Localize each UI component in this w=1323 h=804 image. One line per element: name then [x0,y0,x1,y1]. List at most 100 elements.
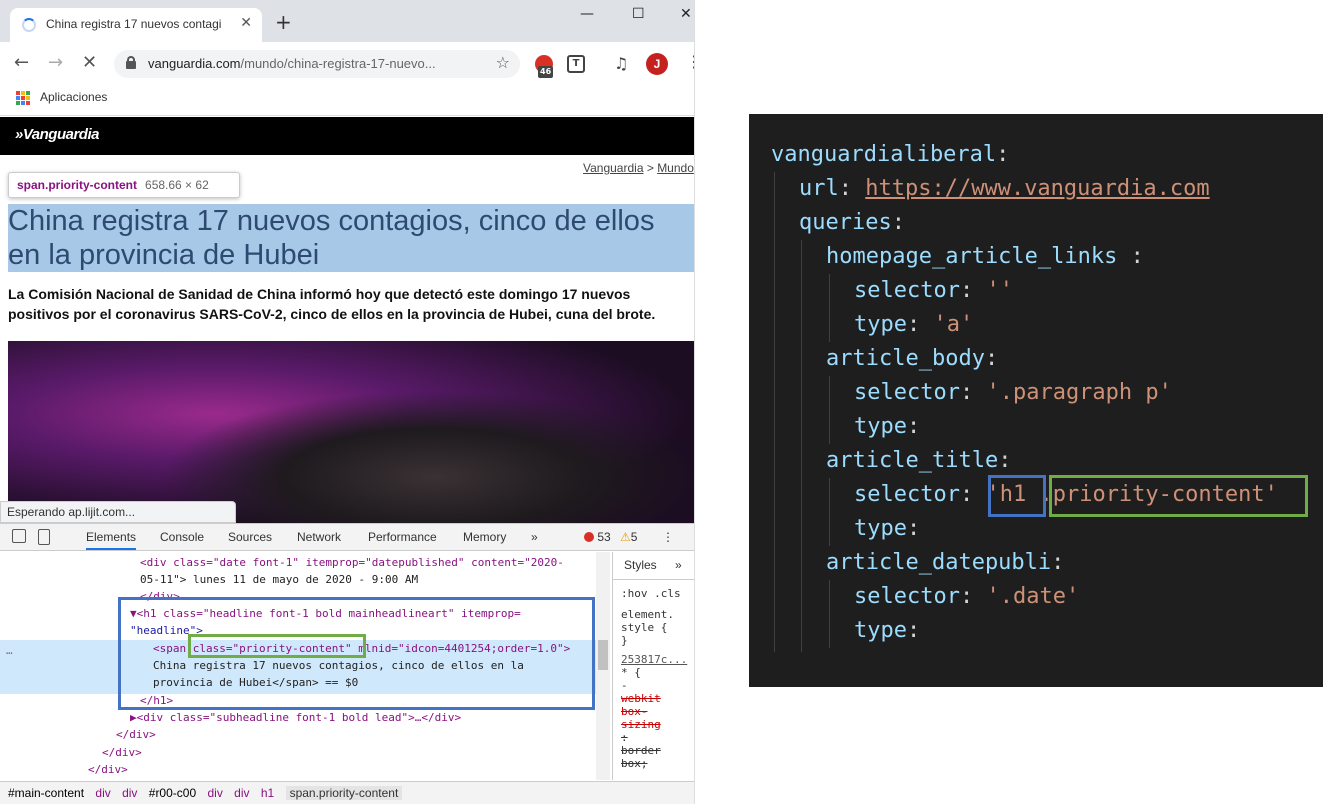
dom-crumb-selected[interactable]: span.priority-content [285,786,403,800]
url-text[interactable]: vanguardia.com/mundo/china-registra-17-n… [148,56,488,71]
stop-loading-icon[interactable]: ✕ [82,52,97,73]
yaml-key-root: vanguardialiberal [771,142,997,167]
devtools-tab-performance[interactable]: Performance [368,530,437,544]
yaml-colon: : [959,278,974,303]
code-line[interactable]: </div> [102,744,142,761]
yaml-colon: : [1117,244,1144,269]
new-tab-button[interactable]: + [275,12,292,32]
bookmark-star-icon[interactable]: ☆ [496,53,510,72]
yaml-line: url: https://www.vanguardia.com [799,174,1210,204]
browser-tab[interactable]: China registra 17 nuevos contagi ✕ [10,8,262,42]
yaml-key-url: url [799,176,839,201]
yaml-key-type: type [854,618,907,643]
devtools-tab-memory[interactable]: Memory [463,530,506,544]
annotation-green-box-yaml [1049,475,1308,517]
window-maximize-button[interactable]: ☐ [632,6,645,22]
yaml-selector-value: '.paragraph p' [986,380,1172,405]
yaml-key-queries: queries [799,210,892,235]
device-toolbar-icon[interactable] [38,529,50,545]
yaml-line: article_body: [826,344,998,374]
browser-menu-icon[interactable]: ⋮ [686,52,694,71]
window-close-button[interactable]: ✕ [680,6,692,22]
lock-icon [126,56,136,69]
warning-icon: ⚠ [620,530,631,544]
breadcrumb-section-link[interactable]: Mundo [657,161,694,175]
scrollbar-thumb[interactable] [598,640,608,670]
node-ellipsis-icon[interactable]: … [6,642,13,659]
styles-more-tabs[interactable]: » [675,558,682,572]
styles-tab[interactable]: Styles [624,558,657,572]
yaml-colon: : [906,516,921,541]
apps-grid-icon[interactable] [16,91,30,105]
yaml-url-value[interactable]: https://www.vanguardia.com [865,176,1209,201]
error-icon [584,532,594,542]
yaml-line: selector: '' [854,276,1013,306]
extension-box-icon[interactable]: T [567,55,585,73]
browser-window: China registra 17 nuevos contagi ✕ + — ☐… [0,0,695,804]
yaml-colon: : [906,414,921,439]
yaml-selector-value: '.date' [986,584,1080,609]
yaml-colon: : [959,482,974,507]
inspect-element-icon[interactable] [12,529,26,543]
devtools-tab-network[interactable]: Network [297,530,341,544]
breadcrumb-separator: > [643,161,658,175]
devtools-tab-console[interactable]: Console [160,530,204,544]
indent-guide [829,580,830,648]
forward-arrow-icon[interactable]: → [48,52,63,73]
dom-crumb[interactable]: h1 [261,786,274,800]
dom-crumb[interactable]: #r00-c00 [149,786,196,800]
devtools-more-tabs[interactable]: » [531,530,538,544]
yaml-line: type: [854,412,920,442]
styles-source-link[interactable]: 253817c... [621,653,687,666]
media-control-icon[interactable]: ♫ [614,54,628,73]
headline-line-2: en la provincia de Hubei [8,239,320,271]
styles-prop: border [621,744,661,757]
site-logo[interactable]: »Vanguardia [15,126,99,143]
dom-crumb[interactable]: div [122,786,137,800]
styles-rule: * { [621,666,641,679]
breadcrumb-home-link[interactable]: Vanguardia [583,161,644,175]
styles-filter[interactable]: :hov .cls [621,587,687,600]
status-bar: Esperando ap.lijit.com... [0,501,236,523]
devtools-menu-icon[interactable]: ⋮ [662,530,674,544]
article-headline: China registra 17 nuevos contagios, cinc… [8,204,694,272]
dom-crumb[interactable]: #main-content [8,786,84,800]
tab-close-icon[interactable]: ✕ [240,15,252,31]
loading-spinner-icon [22,18,36,32]
devtools-tab-elements[interactable]: Elements [86,530,137,550]
yaml-colon: : [984,346,999,371]
yaml-key-type: type [854,516,907,541]
error-count-value: 53 [597,530,611,544]
code-line[interactable]: </div> [116,726,156,743]
code-line[interactable]: 05-11"> lunes 11 de mayo de 2020 - 9:00 … [140,571,418,588]
page-breadcrumb: Vanguardia > Mundo [583,161,694,175]
styles-prop: webkit [621,692,661,705]
yaml-colon: : [906,618,921,643]
code-line[interactable]: ▶<div class="subheadline font-1 bold lea… [130,709,461,726]
styles-rule: element. [621,608,674,621]
yaml-key-selector: selector [854,278,960,303]
code-line[interactable]: </div> [88,761,128,778]
yaml-section-name: article_body [826,346,985,371]
window-minimize-button[interactable]: — [580,6,594,22]
url-host: vanguardia.com [148,56,241,71]
dom-crumb[interactable]: div [234,786,249,800]
code-line[interactable]: <div class="date font-1" itemprop="datep… [140,554,564,571]
elements-scrollbar[interactable] [596,552,610,780]
yaml-key-type: type [854,414,907,439]
yaml-key-type: type [854,312,907,337]
indent-guide [829,274,830,342]
warning-count[interactable]: ⚠5 [620,530,637,544]
bookmark-apps-label[interactable]: Aplicaciones [40,90,107,104]
error-count[interactable]: 53 [584,530,611,544]
dom-crumb[interactable]: div [95,786,110,800]
yaml-colon: : [959,380,974,405]
dom-crumb[interactable]: div [207,786,222,800]
profile-avatar[interactable]: J [646,53,668,75]
devtools-tab-sources[interactable]: Sources [228,530,272,544]
article-lead: La Comisión Nacional de Sanidad de China… [8,284,694,324]
address-bar[interactable]: vanguardia.com/mundo/china-registra-17-n… [114,50,520,78]
yaml-line: type: [854,616,920,646]
styles-content: :hov .cls element. style { } 253817c... … [621,587,687,770]
back-arrow-icon[interactable]: ← [14,52,29,73]
